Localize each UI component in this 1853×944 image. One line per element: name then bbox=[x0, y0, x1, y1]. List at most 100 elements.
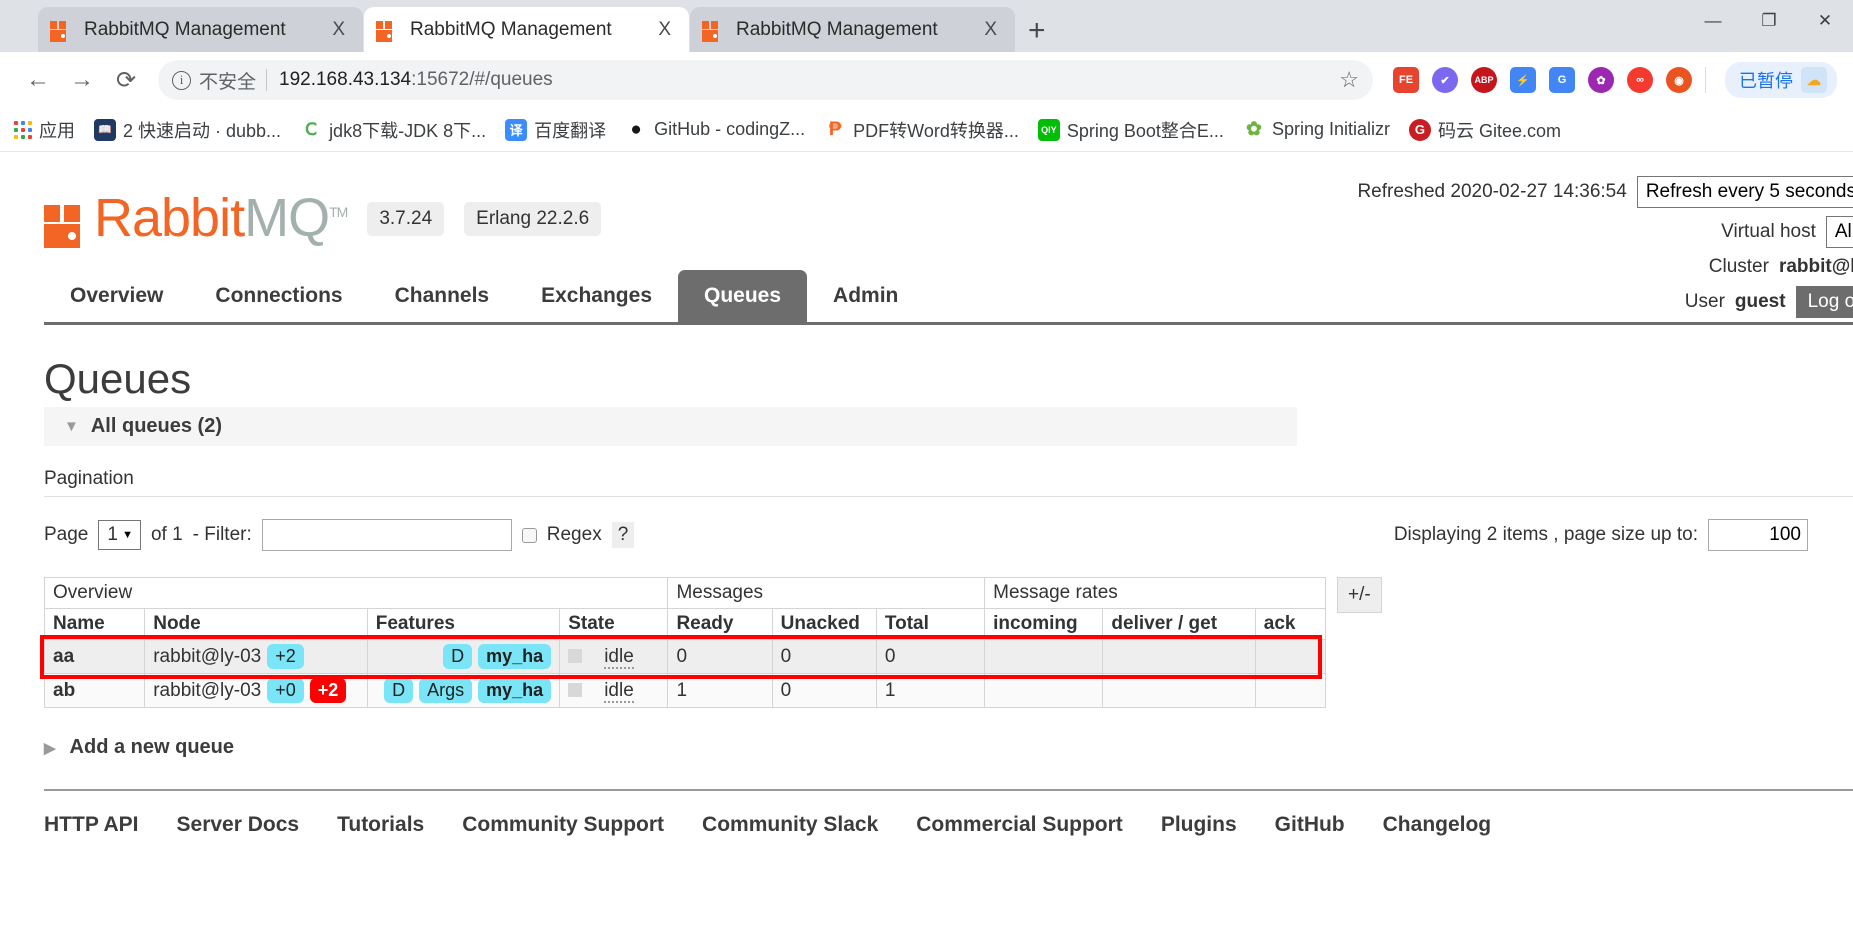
feature-badge-durable: D bbox=[384, 678, 414, 703]
bookmark-springboot[interactable]: QIY Spring Boot整合E... bbox=[1037, 117, 1224, 143]
queue-name-link[interactable]: ab bbox=[53, 680, 75, 701]
close-icon[interactable]: X bbox=[652, 19, 677, 41]
footer-link-changelog[interactable]: Changelog bbox=[1383, 813, 1492, 837]
pause-status-pill[interactable]: 已暂停 ☁ bbox=[1725, 62, 1837, 98]
bookmark-github[interactable]: ● GitHub - codingZ... bbox=[625, 118, 806, 141]
tab-strip: RabbitMQ Management X RabbitMQ Managemen… bbox=[0, 0, 1853, 52]
bookmark-baidu-translate[interactable]: 译 百度翻译 bbox=[505, 117, 606, 143]
filter-input[interactable] bbox=[261, 519, 512, 551]
footer-link-server-docs[interactable]: Server Docs bbox=[177, 813, 300, 837]
footer-link-commercial-support[interactable]: Commercial Support bbox=[916, 813, 1123, 837]
column-header-unacked[interactable]: Unacked bbox=[771, 608, 877, 640]
fe-helper-extension-icon[interactable]: FE bbox=[1393, 67, 1419, 93]
nav-item-overview[interactable]: Overview bbox=[44, 270, 189, 322]
cell-features: Dmy_ha bbox=[366, 639, 561, 674]
refresh-interval-select[interactable]: Refresh every 5 seconds bbox=[1636, 176, 1853, 208]
google-translate-extension-icon[interactable]: G bbox=[1549, 67, 1575, 93]
footer-link-community-support[interactable]: Community Support bbox=[462, 813, 664, 837]
displaying-info: Displaying 2 items , page size up to: bbox=[1394, 519, 1808, 551]
node-badge: +2 bbox=[267, 644, 304, 669]
back-icon[interactable]: ← bbox=[16, 58, 60, 102]
footer-link-github[interactable]: GitHub bbox=[1275, 813, 1345, 837]
browser-tab-2[interactable]: RabbitMQ Management X bbox=[364, 7, 689, 52]
all-queues-section-header[interactable]: ▼ All queues (2) bbox=[44, 407, 1297, 446]
extension-bar: FE ✔ ABP ⚡ G ✿ ∞ ◉ 已暂停 ☁ bbox=[1383, 62, 1837, 98]
reload-icon[interactable]: ⟳ bbox=[104, 58, 148, 102]
pdf-icon: ₱ bbox=[824, 118, 847, 141]
bookmark-spring-initializr[interactable]: ✿ Spring Initializr bbox=[1242, 118, 1390, 141]
nav-item-connections[interactable]: Connections bbox=[189, 270, 368, 322]
add-new-queue-section[interactable]: ▶ Add a new queue bbox=[44, 736, 1853, 759]
filter-label: - Filter: bbox=[192, 524, 252, 545]
maximize-icon[interactable]: ❐ bbox=[1741, 0, 1797, 42]
queue-name-link[interactable]: aa bbox=[53, 646, 74, 667]
bookmark-apps[interactable]: 应用 bbox=[14, 117, 75, 143]
nav-item-channels[interactable]: Channels bbox=[369, 270, 516, 322]
cell-node: rabbit@ly-03 +2 bbox=[144, 639, 368, 674]
footer-links: HTTP API Server Docs Tutorials Community… bbox=[44, 813, 1853, 837]
column-header-incoming[interactable]: incoming bbox=[984, 608, 1104, 640]
column-header-state[interactable]: State bbox=[559, 608, 669, 640]
bookmark-jdk8[interactable]: Ⅽ jdk8下载-JDK 8下... bbox=[300, 117, 486, 143]
state-indicator-icon bbox=[568, 683, 583, 698]
refresh-interval-select-wrap[interactable]: Refresh every 5 seconds bbox=[1636, 176, 1853, 208]
close-icon[interactable]: X bbox=[978, 19, 1003, 41]
nav-item-admin[interactable]: Admin bbox=[807, 270, 924, 322]
vhost-select[interactable]: All bbox=[1825, 216, 1853, 248]
table-row[interactable]: ab rabbit@ly-03 +0 +2 D Args my_ha idle 1 bbox=[43, 673, 1327, 708]
nav-item-queues[interactable]: Queues bbox=[678, 270, 808, 322]
page-select[interactable]: 1 bbox=[98, 520, 141, 550]
bookmark-label: PDF转Word转换器... bbox=[853, 120, 1019, 141]
minimize-icon[interactable]: — bbox=[1685, 0, 1741, 42]
cell-name[interactable]: ab bbox=[43, 673, 146, 708]
nav-item-exchanges[interactable]: Exchanges bbox=[515, 270, 678, 322]
group-header-messages: Messages bbox=[667, 577, 986, 609]
column-header-features[interactable]: Features bbox=[366, 608, 561, 640]
column-header-ready[interactable]: Ready bbox=[667, 608, 773, 640]
regex-checkbox[interactable] bbox=[521, 527, 537, 543]
column-header-total[interactable]: Total bbox=[875, 608, 986, 640]
ubuntu-extension-icon[interactable]: ◉ bbox=[1666, 67, 1692, 93]
rabbitmq-logo[interactable]: RabbitMQTM bbox=[44, 191, 348, 248]
main-nav: Overview Connections Channels Exchanges … bbox=[44, 270, 1853, 325]
footer-link-plugins[interactable]: Plugins bbox=[1161, 813, 1237, 837]
browser-tab-3[interactable]: RabbitMQ Management X bbox=[690, 7, 1015, 52]
bookmark-pdf2word[interactable]: ₱ PDF转Word转换器... bbox=[824, 117, 1019, 143]
new-tab-button[interactable]: + bbox=[1028, 16, 1046, 46]
column-header-name[interactable]: Name bbox=[43, 608, 146, 640]
translate-icon: 译 bbox=[505, 118, 528, 141]
help-icon[interactable]: ? bbox=[611, 522, 635, 548]
info-icon[interactable]: i bbox=[172, 70, 191, 90]
browser-tab-1[interactable]: RabbitMQ Management X bbox=[38, 7, 363, 52]
toggle-columns-button[interactable]: +/- bbox=[1337, 577, 1382, 613]
bookmark-label: GitHub - codingZ... bbox=[654, 119, 806, 139]
infinity-extension-icon[interactable]: ∞ bbox=[1627, 67, 1653, 93]
column-header-node[interactable]: Node bbox=[144, 608, 368, 640]
page-select-wrap[interactable]: 1 bbox=[98, 520, 141, 550]
table-row[interactable]: aa rabbit@ly-03 +2 Dmy_ha idle 0 0 0 bbox=[43, 639, 1327, 674]
flash-extension-icon[interactable]: ⚡ bbox=[1510, 67, 1536, 93]
cell-ready: 0 bbox=[667, 639, 773, 674]
chevron-right-icon[interactable]: ▶ bbox=[44, 739, 56, 757]
toolbar-divider bbox=[1705, 67, 1706, 93]
adblock-plus-extension-icon[interactable]: ABP bbox=[1471, 67, 1497, 93]
page-size-input[interactable] bbox=[1708, 519, 1808, 551]
clock-extension-icon[interactable]: ✔ bbox=[1432, 67, 1458, 93]
column-header-ack[interactable]: ack bbox=[1254, 608, 1327, 640]
browser-tab-title: RabbitMQ Management bbox=[84, 18, 286, 40]
column-header-deliver-get[interactable]: deliver / get bbox=[1102, 608, 1256, 640]
close-icon[interactable]: X bbox=[326, 19, 351, 41]
close-window-icon[interactable]: ✕ bbox=[1797, 0, 1853, 42]
footer-link-community-slack[interactable]: Community Slack bbox=[702, 813, 878, 837]
bookmark-gitee[interactable]: G 码云 Gitee.com bbox=[1408, 117, 1561, 143]
footer-link-http-api[interactable]: HTTP API bbox=[44, 813, 139, 837]
chevron-down-icon[interactable]: ▼ bbox=[64, 418, 79, 435]
bookmark-dubbo[interactable]: 📖 2 快速启动 · dubb... bbox=[94, 117, 281, 143]
forward-icon[interactable]: → bbox=[60, 58, 104, 102]
footer-link-tutorials[interactable]: Tutorials bbox=[337, 813, 424, 837]
address-bar[interactable]: i 不安全 192.168.43.134:15672/#/queues ☆ bbox=[158, 60, 1373, 100]
bookmark-star-icon[interactable]: ☆ bbox=[1327, 67, 1359, 93]
pinwheel-extension-icon[interactable]: ✿ bbox=[1588, 67, 1614, 93]
vhost-select-wrap[interactable]: All bbox=[1825, 216, 1853, 248]
cell-name[interactable]: aa bbox=[43, 639, 146, 674]
